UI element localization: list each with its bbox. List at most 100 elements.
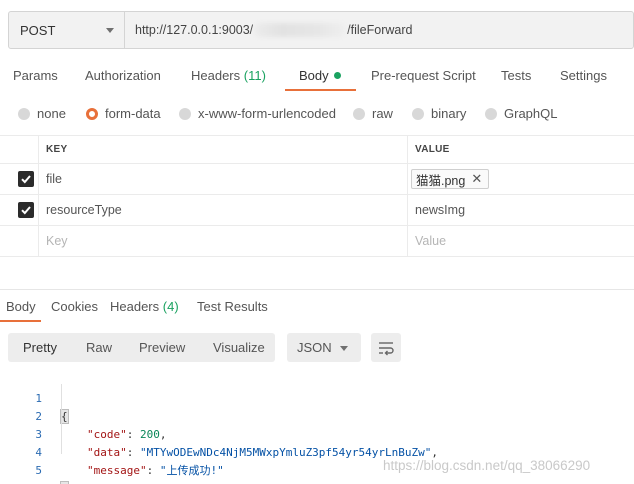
radio-raw[interactable]: raw	[353, 106, 393, 121]
view-pretty-button[interactable]: Pretty	[23, 340, 57, 355]
response-tab-headers[interactable]: Headers (4)	[110, 299, 179, 314]
tab-params[interactable]: Params	[13, 68, 58, 83]
tab-tests[interactable]: Tests	[501, 68, 531, 83]
json-value-message: "上传成功!"	[159, 464, 224, 477]
response-tab-cookies[interactable]: Cookies	[51, 299, 98, 314]
response-tab-body[interactable]: Body	[6, 299, 36, 314]
row-check-cell	[0, 226, 39, 256]
check-icon	[21, 175, 31, 184]
url-prefix: http://127.0.0.1:9003/	[135, 23, 254, 37]
request-tabs: Params Authorization Headers (11) Body P…	[0, 58, 634, 92]
tab-headers-label: Headers	[191, 68, 241, 83]
code-line: 3 "data": "MTYwODEwNDc4NjM5MWxpYmluZ3pf5…	[0, 408, 634, 459]
tab-pre-request-script-label: Pre-request Script	[371, 68, 476, 83]
request-bar: POST http://127.0.0.1:9003/ /fileForward	[8, 11, 634, 49]
view-raw-button[interactable]: Raw	[86, 340, 112, 355]
method-label: POST	[20, 22, 56, 38]
table-row: file 猫猫.png ✕	[0, 164, 634, 195]
tab-settings-label: Settings	[560, 68, 607, 83]
tab-headers[interactable]: Headers (11)	[191, 68, 266, 83]
tab-settings[interactable]: Settings	[560, 68, 607, 83]
radio-unselected-icon	[412, 107, 424, 120]
line-number: 5	[35, 464, 42, 477]
value-cell[interactable]: 猫猫.png ✕	[408, 164, 634, 194]
column-header-value: VALUE	[415, 144, 450, 155]
radio-unselected-icon	[485, 107, 497, 120]
param-key: resourceType	[46, 203, 122, 217]
radio-urlencoded-label: x-www-form-urlencoded	[198, 106, 336, 121]
tab-body[interactable]: Body	[299, 68, 341, 83]
format-select[interactable]: JSON	[287, 333, 361, 362]
active-tab-indicator	[285, 89, 356, 91]
file-chip: 猫猫.png ✕	[411, 169, 489, 189]
code-line: 1 {	[0, 372, 634, 424]
radio-graphql[interactable]: GraphQL	[485, 106, 557, 121]
header-check-cell	[0, 136, 39, 163]
json-sep: :	[146, 464, 160, 477]
tab-authorization-label: Authorization	[85, 68, 161, 83]
response-tab-test-results[interactable]: Test Results	[197, 299, 268, 314]
response-tab-headers-label: Headers	[110, 299, 160, 314]
form-data-table: KEY VALUE file 猫猫.png ✕ resourceType news…	[0, 135, 634, 257]
key-cell[interactable]: file	[39, 164, 408, 194]
value-cell[interactable]: newsImg	[408, 195, 634, 225]
table-row-new: Key Value	[0, 226, 634, 257]
json-key-message: "message"	[87, 464, 147, 477]
view-mode-segment: Pretty Raw Preview Visualize	[8, 333, 275, 362]
watermark: https://blog.csdn.net/qq_38066290	[383, 458, 591, 473]
radio-form-data[interactable]: form-data	[86, 106, 161, 121]
table-header-row: KEY VALUE	[0, 135, 634, 164]
indent-guide	[61, 384, 62, 454]
active-response-tab-indicator	[0, 320, 41, 322]
radio-selected-icon	[86, 107, 98, 120]
url-input[interactable]: http://127.0.0.1:9003/ /fileForward	[125, 12, 633, 48]
radio-none-label: none	[37, 106, 66, 121]
method-select[interactable]: POST	[9, 12, 125, 48]
view-visualize-button[interactable]: Visualize	[213, 340, 265, 355]
response-body-code: 1 { 2 "code": 200, 3 "data": "MTYwODEwND…	[0, 372, 634, 484]
new-value-input[interactable]: Value	[408, 226, 634, 256]
row-checkbox[interactable]	[18, 202, 34, 218]
radio-x-www-form-urlencoded[interactable]: x-www-form-urlencoded	[179, 106, 336, 121]
response-tab-headers-count: (4)	[162, 299, 179, 314]
url-redacted-segment	[254, 23, 347, 37]
file-name: 猫猫.png	[416, 173, 466, 188]
row-check-cell	[0, 164, 39, 194]
body-type-selector: none form-data x-www-form-urlencoded raw…	[0, 104, 634, 124]
radio-none[interactable]: none	[18, 106, 66, 121]
value-placeholder: Value	[415, 234, 447, 248]
tab-params-label: Params	[13, 68, 58, 83]
row-checkbox[interactable]	[18, 171, 34, 187]
view-preview-button[interactable]: Preview	[139, 340, 185, 355]
tab-tests-label: Tests	[501, 68, 532, 83]
table-row: resourceType newsImg	[0, 195, 634, 226]
close-icon[interactable]: ✕	[471, 171, 482, 187]
radio-unselected-icon	[353, 107, 365, 120]
wrap-lines-icon	[379, 342, 394, 356]
key-cell[interactable]: resourceType	[39, 195, 408, 225]
response-tab-test-results-label: Test Results	[197, 299, 268, 314]
radio-raw-label: raw	[372, 106, 393, 121]
key-placeholder: Key	[46, 234, 68, 248]
response-tab-body-label: Body	[6, 299, 36, 314]
url-suffix: /fileForward	[347, 23, 413, 37]
new-key-input[interactable]: Key	[39, 226, 408, 256]
radio-unselected-icon	[179, 107, 191, 120]
tab-body-label: Body	[299, 68, 329, 83]
chevron-down-icon	[106, 27, 114, 33]
header-key-cell: KEY	[39, 136, 408, 163]
response-tabs: Body Cookies Headers (4) Test Results	[0, 290, 634, 322]
status-dot-icon	[333, 72, 341, 79]
tab-pre-request-script[interactable]: Pre-request Script	[371, 68, 476, 83]
radio-binary[interactable]: binary	[412, 106, 466, 121]
radio-form-data-label: form-data	[105, 106, 161, 121]
row-check-cell	[0, 195, 39, 225]
tab-authorization[interactable]: Authorization	[85, 68, 161, 83]
wrap-lines-button[interactable]	[371, 333, 401, 362]
radio-unselected-icon	[18, 107, 30, 120]
radio-graphql-label: GraphQL	[504, 106, 558, 121]
format-label: JSON	[297, 340, 332, 355]
radio-binary-label: binary	[431, 106, 467, 121]
response-tab-cookies-label: Cookies	[51, 299, 98, 314]
column-header-key: KEY	[46, 144, 68, 155]
